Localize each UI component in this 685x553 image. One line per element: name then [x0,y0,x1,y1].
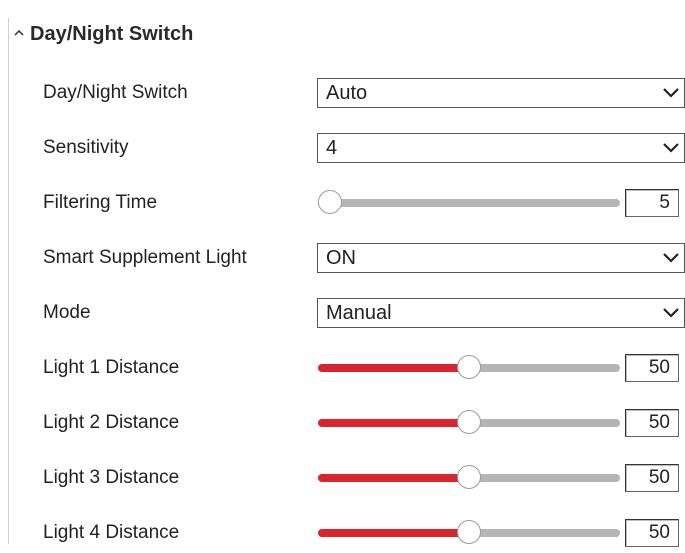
light1-distance-label: Light 1 Distance [43,357,180,378]
day-night-switch-value: Auto [326,82,368,104]
slider-track [318,199,620,207]
mode-value: Manual [326,302,392,324]
caret-up-icon [14,29,24,36]
day-night-switch-label: Day/Night Switch [43,82,188,103]
light1-distance-slider[interactable] [318,354,620,382]
section-header[interactable]: Day/Night Switch [14,18,193,50]
row-filtering-time: Filtering Time 5 [0,183,685,223]
slider-thumb[interactable] [318,190,342,214]
row-light2-distance: Light 2 Distance 50 [0,403,685,443]
light2-distance-slider[interactable] [318,409,620,437]
slider-thumb[interactable] [457,355,481,379]
chevron-down-icon [663,143,679,153]
row-mode: Mode Manual [0,293,685,333]
light4-distance-input[interactable]: 50 [625,519,679,547]
row-day-night-switch: Day/Night Switch Auto [0,73,685,113]
chevron-down-icon [663,308,679,318]
row-light1-distance: Light 1 Distance 50 [0,348,685,388]
filtering-time-label: Filtering Time [43,192,158,213]
light3-distance-slider[interactable] [318,464,620,492]
section-title: Day/Night Switch [30,22,194,45]
row-sensitivity: Sensitivity 4 [0,128,685,168]
row-light3-distance: Light 3 Distance 50 [0,458,685,498]
sensitivity-select[interactable]: 4 [317,133,685,163]
smart-supplement-light-value: ON [326,247,356,269]
filtering-time-input[interactable]: 5 [625,189,679,217]
slider-fill [318,474,469,482]
slider-fill [318,529,469,537]
filtering-time-slider[interactable] [318,189,620,217]
light3-distance-input[interactable]: 50 [625,464,679,492]
chevron-down-icon [663,88,679,98]
slider-thumb[interactable] [457,520,481,544]
light1-distance-input[interactable]: 50 [625,354,679,382]
light4-distance-label: Light 4 Distance [43,522,180,543]
smart-supplement-light-label: Smart Supplement Light [43,247,247,268]
sensitivity-label: Sensitivity [43,137,129,158]
smart-supplement-light-select[interactable]: ON [317,243,685,273]
chevron-down-icon [663,253,679,263]
slider-thumb[interactable] [457,410,481,434]
slider-fill [318,419,469,427]
light4-distance-slider[interactable] [318,519,620,547]
slider-thumb[interactable] [457,465,481,489]
row-smart-supplement-light: Smart Supplement Light ON [0,238,685,278]
mode-select[interactable]: Manual [317,298,685,328]
slider-fill [318,364,469,372]
light2-distance-input[interactable]: 50 [625,409,679,437]
sensitivity-value: 4 [326,137,338,159]
light2-distance-label: Light 2 Distance [43,412,180,433]
light3-distance-label: Light 3 Distance [43,467,180,488]
day-night-switch-select[interactable]: Auto [317,78,685,108]
mode-label: Mode [43,302,91,323]
row-light4-distance: Light 4 Distance 50 [0,513,685,553]
